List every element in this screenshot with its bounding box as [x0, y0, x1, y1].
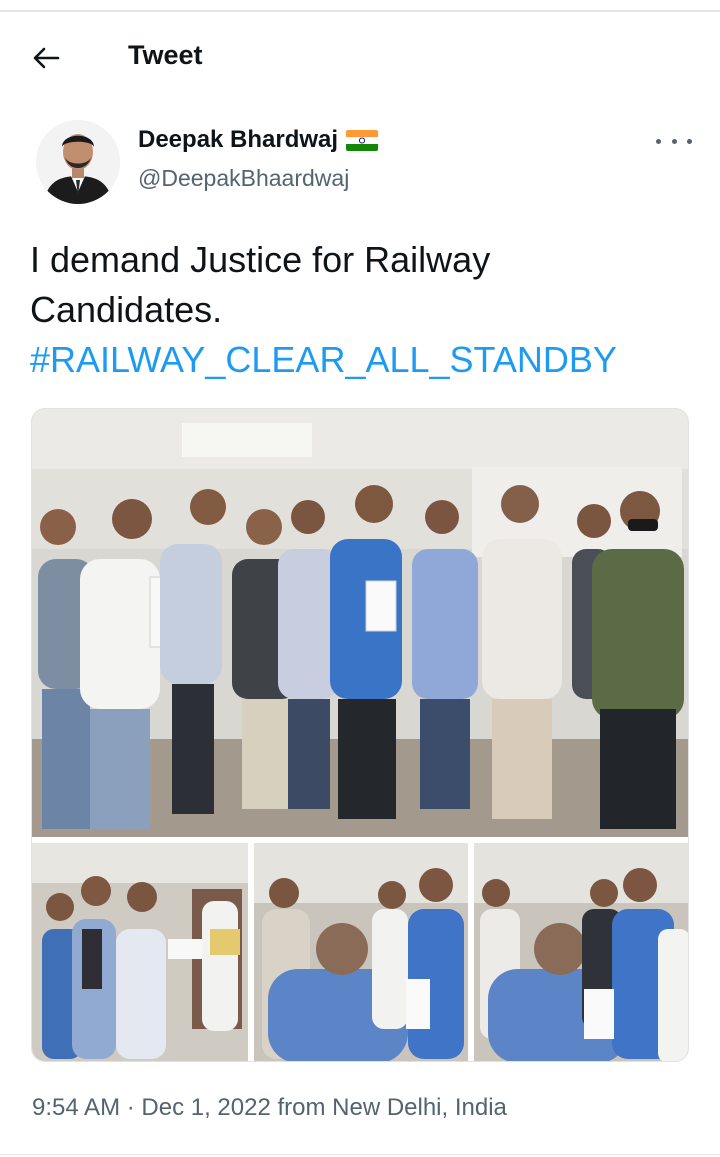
- tweet-body: I demand Justice for Railway Candidates.…: [30, 235, 690, 385]
- tweet-timestamp[interactable]: 9:54 AM · Dec 1, 2022 from New Delhi, In…: [32, 1094, 507, 1122]
- hashtag-link[interactable]: #RAILWAY_CLEAR_ALL_STANDBY: [30, 335, 617, 385]
- more-horizontal-icon: [656, 138, 661, 144]
- photo-thumb-1: [32, 843, 248, 1061]
- photo-thumb-2: [254, 843, 468, 1061]
- display-name: Deepak Bhardwaj: [138, 126, 339, 153]
- display-name-row[interactable]: Deepak Bhardwaj: [138, 126, 379, 154]
- top-divider: [0, 10, 720, 12]
- tweet-text-line-1: I demand Justice for Railway: [30, 239, 491, 280]
- user-handle[interactable]: @DeepakBhaardwaj: [138, 165, 349, 192]
- main-group-photo: [32, 409, 688, 837]
- group-photo-collage: [32, 409, 688, 1061]
- more-dot: [687, 138, 692, 144]
- tweet-author: Deepak Bhardwaj @DeepakBhaardwaj: [0, 115, 720, 215]
- more-dot: [671, 138, 677, 144]
- tweet-text-line-2: Candidates.: [30, 289, 223, 330]
- page-title: Tweet: [128, 40, 203, 70]
- top-bar: Tweet: [0, 30, 720, 86]
- arrow-left-icon: [33, 47, 60, 69]
- bottom-divider: [0, 1154, 720, 1155]
- india-flag-icon: [346, 129, 379, 151]
- tweet-media-grid[interactable]: [31, 408, 689, 1062]
- avatar[interactable]: [36, 120, 120, 204]
- back-button[interactable]: [28, 42, 64, 74]
- more-options-button[interactable]: [656, 131, 692, 151]
- photo-thumb-3: [474, 843, 688, 1061]
